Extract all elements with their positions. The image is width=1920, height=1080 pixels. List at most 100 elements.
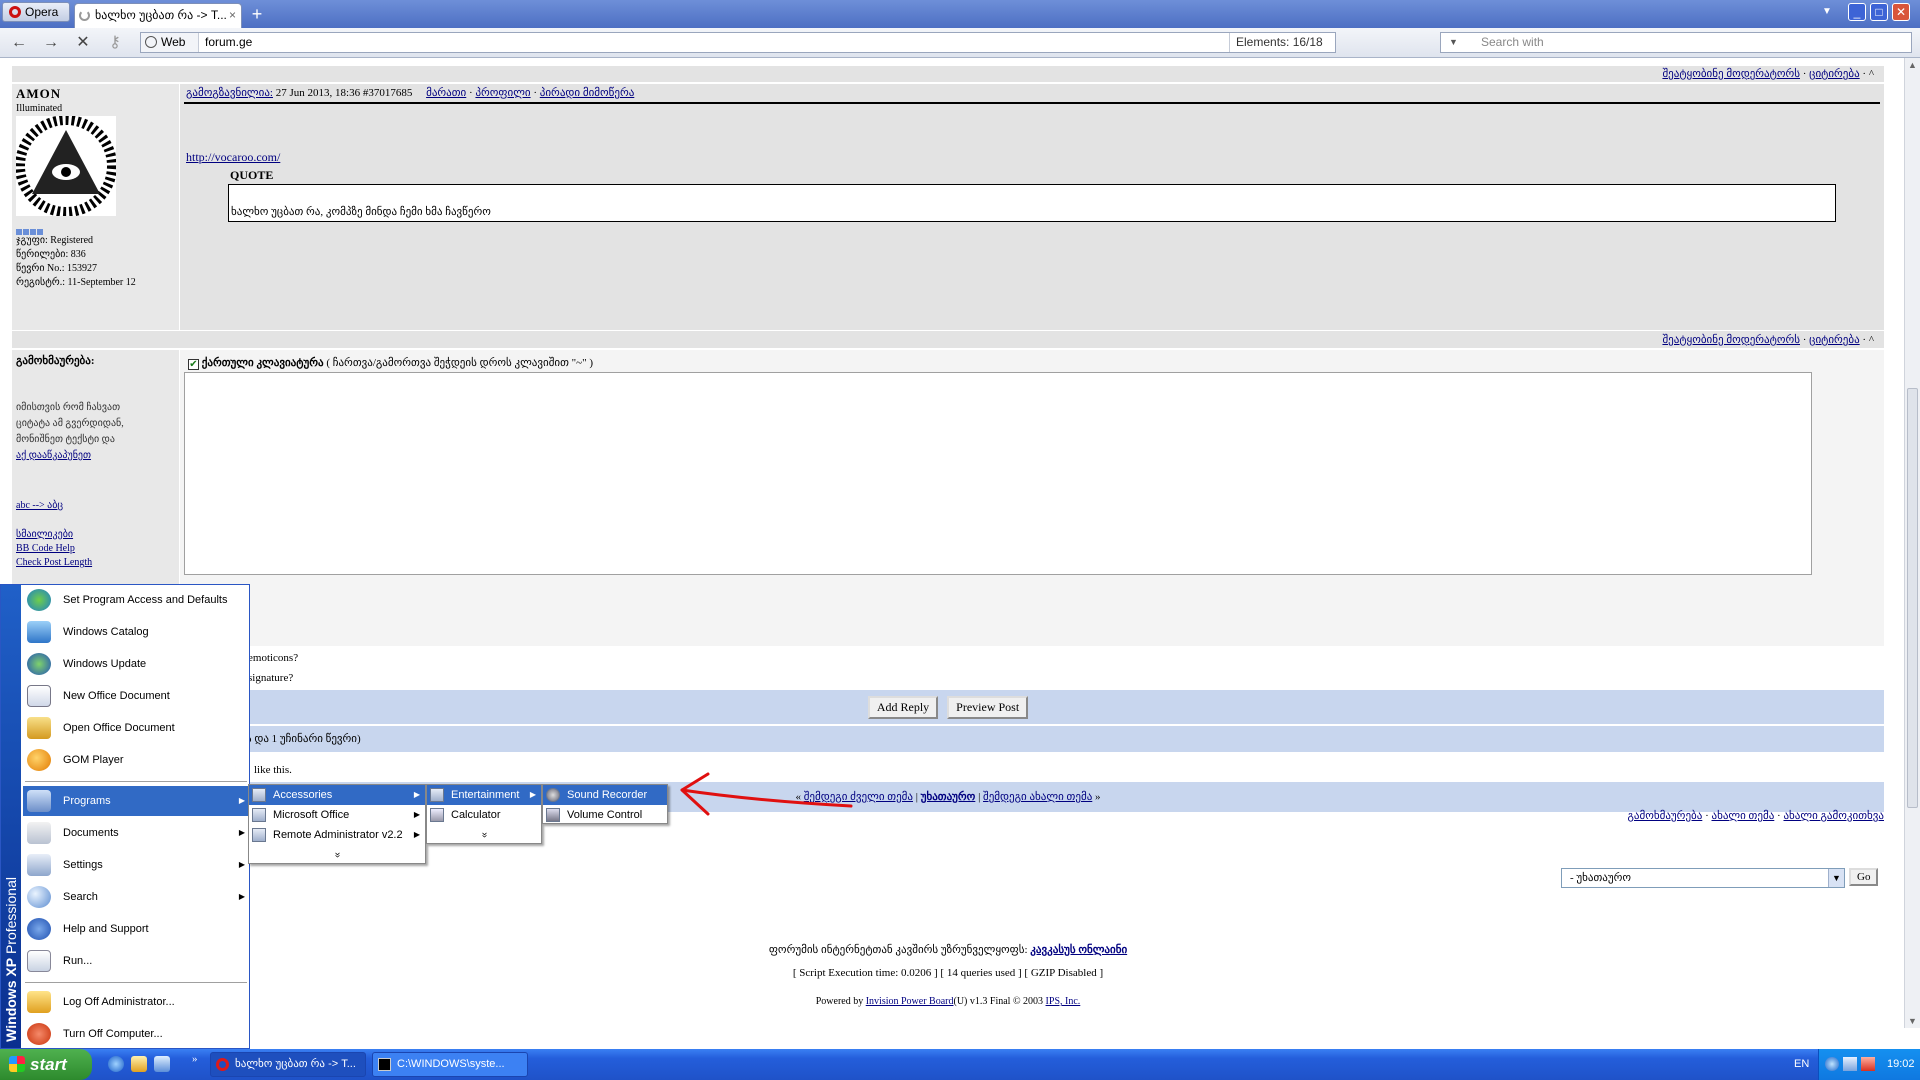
- start-item-help[interactable]: Help and Support: [23, 914, 249, 944]
- start-item-open-office-document[interactable]: Open Office Document: [23, 713, 249, 743]
- menu-item-microsoft-office[interactable]: Microsoft Office ▶: [249, 805, 425, 825]
- start-item-gom-player[interactable]: GOM Player: [23, 745, 249, 775]
- antivirus-icon[interactable]: [1861, 1057, 1875, 1071]
- ips-link[interactable]: IPS, Inc.: [1046, 996, 1081, 1007]
- key-icon[interactable]: ⚷: [104, 32, 126, 54]
- browser-tab[interactable]: ხალხო უცბათ რა -> T... ×: [74, 3, 242, 28]
- windows-update-icon: [27, 653, 51, 675]
- next-topic-link[interactable]: შემდეგი ახალი თემა: [983, 791, 1092, 803]
- click-here-link[interactable]: აქ დააწკაპუნეთ: [16, 448, 124, 464]
- start-item-windows-update[interactable]: Windows Update: [23, 649, 249, 679]
- keyboard-toggle[interactable]: ✔ ქართული კლავიატურა ( ჩართვა/გამორთვა შ…: [188, 356, 593, 370]
- forum-jump-select[interactable]: - უხათაურო ▼: [1561, 868, 1845, 888]
- reply-textarea[interactable]: [184, 372, 1812, 575]
- menu-expand-chevron-icon[interactable]: »: [249, 845, 425, 865]
- scroll-up-icon[interactable]: ▲: [1908, 60, 1917, 70]
- new-poll-link[interactable]: ახალი გამოკითხვა: [1783, 810, 1884, 822]
- scroll-down-icon[interactable]: ▼: [1908, 1016, 1917, 1026]
- menu-expand-chevron-icon[interactable]: »: [427, 825, 541, 845]
- emoticons-option[interactable]: emoticons?: [248, 652, 298, 664]
- report-moderator-link[interactable]: შეატყობინე მოდერატორს: [1662, 68, 1800, 80]
- smilies-link[interactable]: სმაილიკები: [16, 528, 92, 542]
- post-actions-bar: შეატყობინე მოდერატორს · ციტირება · ^: [12, 66, 1884, 82]
- add-reply-button[interactable]: Add Reply: [867, 696, 939, 719]
- start-menu-separator: [25, 781, 247, 782]
- menu-item-remote-administrator[interactable]: Remote Administrator v2.2 ▶: [249, 825, 425, 845]
- minimize-button[interactable]: _: [1848, 3, 1866, 21]
- tab-list-chevron-icon[interactable]: ▼: [1822, 6, 1832, 17]
- menu-item-entertainment[interactable]: Entertainment ▶: [427, 785, 541, 805]
- tab-close-icon[interactable]: ×: [229, 4, 236, 26]
- back-arrow-icon[interactable]: ←: [8, 32, 30, 54]
- vocaroo-link[interactable]: http://vocaroo.com/: [186, 150, 280, 165]
- language-indicator[interactable]: EN: [1794, 1049, 1809, 1080]
- menu-item-label: Volume Control: [567, 809, 643, 821]
- opera-menu-button[interactable]: Opera: [2, 2, 70, 22]
- close-button[interactable]: ✕: [1892, 3, 1910, 21]
- quote-link-2[interactable]: ციტირება: [1809, 334, 1860, 346]
- programs-icon: [27, 790, 51, 812]
- programs-submenu: Accessories ▶ Microsoft Office ▶ Remote Ad…: [248, 784, 426, 864]
- new-tab-button[interactable]: +: [246, 3, 268, 25]
- header-link-pm[interactable]: პირადი მიმოწერა: [540, 87, 635, 99]
- ipb-link[interactable]: Invision Power Board: [866, 996, 954, 1007]
- page-scrollbar[interactable]: ▲ ▼: [1904, 58, 1920, 1028]
- start-item-turn-off[interactable]: Turn Off Computer...: [23, 1019, 249, 1049]
- posted-link[interactable]: გამოგზავნილია:: [186, 87, 273, 99]
- url-text[interactable]: forum.ge: [205, 33, 252, 52]
- likes-text: like this.: [254, 764, 292, 776]
- check-length-link[interactable]: Check Post Length: [16, 556, 92, 570]
- reply-link[interactable]: გამოხმაურება: [1627, 810, 1702, 822]
- start-item-windows-catalog[interactable]: Windows Catalog: [23, 617, 249, 647]
- transliterate-link[interactable]: abc --> აბც: [16, 500, 63, 511]
- start-label: start: [30, 1055, 67, 1074]
- command-prompt-icon: [378, 1058, 391, 1071]
- header-link-profile[interactable]: პროფილი: [475, 87, 530, 99]
- start-item-program-access[interactable]: Set Program Access and Defaults: [23, 585, 249, 615]
- search-field[interactable]: ▼ Search with: [1440, 32, 1912, 53]
- new-topic-link[interactable]: ახალი თემა: [1711, 810, 1774, 822]
- quote-link[interactable]: ციტირება: [1809, 68, 1860, 80]
- bbcode-help-link[interactable]: BB Code Help: [16, 542, 92, 556]
- maximize-button[interactable]: □: [1870, 3, 1888, 21]
- start-button[interactable]: start: [0, 1049, 92, 1080]
- scrollbar-thumb[interactable]: [1907, 388, 1918, 808]
- submenu-arrow-icon: ▶: [238, 796, 245, 805]
- quicklaunch-more-icon[interactable]: »: [192, 1053, 198, 1065]
- forward-arrow-icon[interactable]: →: [40, 32, 62, 54]
- network-icon[interactable]: [1843, 1057, 1857, 1071]
- tray-arrow-icon[interactable]: [1825, 1057, 1839, 1071]
- start-item-log-off[interactable]: Log Off Administrator...: [23, 987, 249, 1017]
- signature-option[interactable]: signature?: [248, 672, 293, 684]
- forum-home-link[interactable]: უხათაურო: [921, 791, 976, 803]
- menu-item-sound-recorder[interactable]: Sound Recorder: [543, 785, 667, 805]
- ie-quicklaunch-icon[interactable]: [108, 1056, 124, 1072]
- menu-item-volume-control[interactable]: Volume Control: [543, 805, 667, 825]
- preview-post-button[interactable]: Preview Post: [947, 696, 1029, 719]
- clock[interactable]: 19:02: [1887, 1049, 1915, 1080]
- start-item-programs[interactable]: Programs ▶: [23, 786, 249, 816]
- start-item-search[interactable]: Search ▶: [23, 882, 249, 912]
- header-link-1[interactable]: მარათი: [426, 87, 466, 99]
- search-engine-dropdown-icon[interactable]: ▼: [1449, 33, 1458, 52]
- web-badge[interactable]: Web: [141, 33, 199, 52]
- start-item-documents[interactable]: Documents ▶: [23, 818, 249, 848]
- address-bar[interactable]: Web forum.ge Elements: 16/18: [140, 32, 1336, 53]
- author-name[interactable]: AMON: [16, 86, 61, 102]
- stop-icon[interactable]: ✕: [72, 32, 94, 54]
- author-avatar[interactable]: [16, 116, 116, 216]
- explorer-quicklaunch-icon[interactable]: [131, 1056, 147, 1072]
- keyboard-checkbox[interactable]: ✔: [188, 359, 199, 370]
- start-item-run[interactable]: Run...: [23, 946, 249, 976]
- desktop-quicklaunch-icon[interactable]: [154, 1056, 170, 1072]
- menu-item-calculator[interactable]: Calculator: [427, 805, 541, 825]
- start-item-settings[interactable]: Settings ▶: [23, 850, 249, 880]
- go-button[interactable]: Go: [1849, 868, 1879, 886]
- taskbar-cmd-window[interactable]: C:\WINDOWS\syste...: [372, 1052, 528, 1077]
- menu-item-accessories[interactable]: Accessories ▶: [249, 785, 425, 805]
- caucasus-online-link[interactable]: კავკასუს ონლაინი: [1030, 944, 1127, 956]
- start-item-new-office-document[interactable]: New Office Document: [23, 681, 249, 711]
- select-chevron-down-icon[interactable]: ▼: [1828, 869, 1844, 887]
- report-moderator-link-2[interactable]: შეატყობინე მოდერატორს: [1662, 334, 1800, 346]
- taskbar-opera-window[interactable]: ხალხო უცბათ რა -> T...: [210, 1052, 366, 1077]
